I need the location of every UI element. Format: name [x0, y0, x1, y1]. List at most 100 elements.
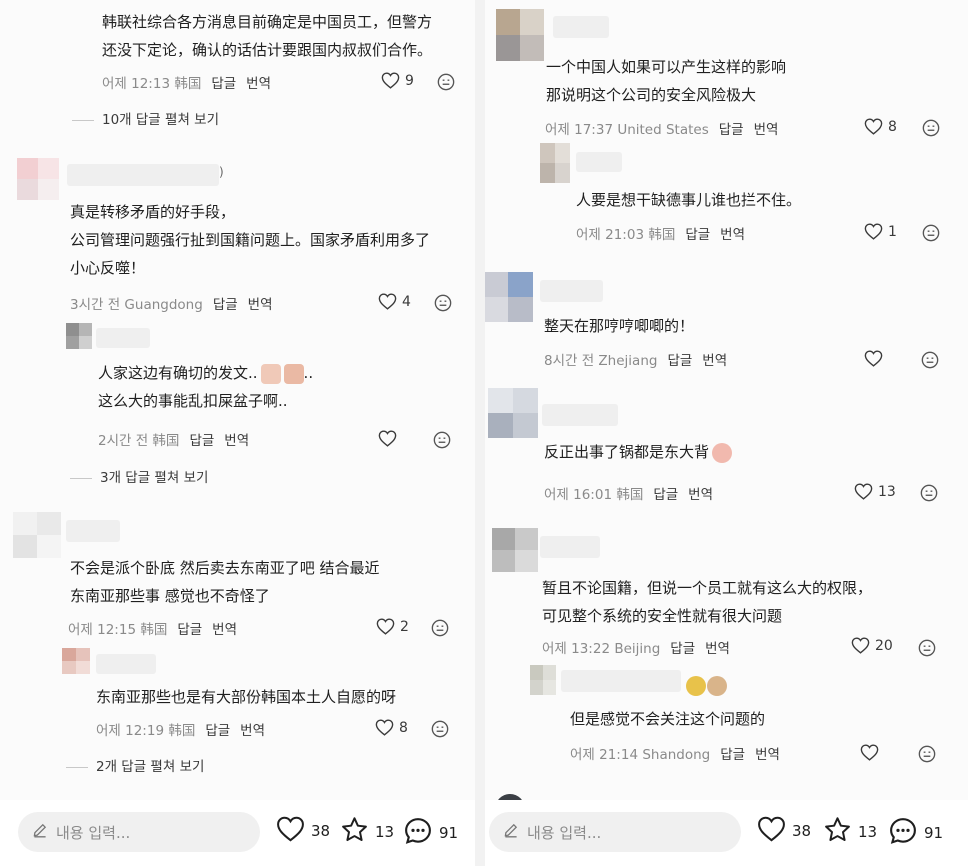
- comment-input[interactable]: 내용 입력...: [18, 812, 260, 852]
- like-button[interactable]: 1: [864, 223, 897, 240]
- like-button[interactable]: 20: [851, 637, 893, 654]
- translate-button[interactable]: 번역: [240, 723, 265, 739]
- username-blurred[interactable]: [542, 404, 618, 426]
- translate-button[interactable]: 번역: [705, 641, 730, 657]
- comment-text: 韩联社综合各方消息目前确定是中国员工，但警方 还没下定论，确认的话估计要跟国内叔叔…: [102, 13, 433, 59]
- translate-button[interactable]: 번역: [212, 622, 237, 638]
- like-button[interactable]: 13: [854, 483, 896, 500]
- comment-input[interactable]: 내용 입력...: [489, 812, 741, 852]
- comment-action-bar: 내용 입력... 38 13 91: [485, 800, 968, 866]
- translate-button[interactable]: 번역: [246, 76, 271, 92]
- translate-button[interactable]: 번역: [248, 297, 273, 313]
- avatar[interactable]: [17, 158, 59, 200]
- translate-button[interactable]: 번역: [688, 487, 713, 503]
- reply-button[interactable]: 답글: [213, 297, 238, 313]
- emoji-react-button[interactable]: [437, 73, 455, 91]
- reply-meta: 2시간 전 韩国 답글 번역: [98, 433, 250, 449]
- speech-bubble-icon: [403, 816, 433, 850]
- reply-button[interactable]: 답글: [211, 76, 236, 92]
- avatar[interactable]: [530, 665, 556, 695]
- avatar[interactable]: [62, 648, 90, 674]
- reply-button[interactable]: 답글: [719, 122, 744, 138]
- like-button[interactable]: 4: [378, 293, 411, 310]
- emoji-react-button[interactable]: [918, 745, 936, 763]
- avatar[interactable]: [66, 323, 92, 349]
- like-button[interactable]: 8: [375, 719, 408, 736]
- avatar[interactable]: [496, 9, 544, 61]
- expand-replies-button[interactable]: 3개 답글 펼쳐 보기: [70, 466, 208, 486]
- emoji-react-button[interactable]: [431, 619, 449, 637]
- comments-total-button[interactable]: 91: [888, 816, 943, 850]
- reply-text: 但是感觉不会关注这个问题的: [570, 710, 766, 728]
- username-blurred[interactable]: [96, 654, 156, 674]
- avatar[interactable]: [488, 388, 538, 438]
- like-button[interactable]: 2: [376, 618, 409, 635]
- like-button[interactable]: [864, 350, 888, 367]
- comment-meta: 어제 13:22 Beijing 답글 번역: [542, 641, 730, 657]
- emoji-react-button[interactable]: [921, 351, 939, 369]
- bookmark-star-button[interactable]: 13: [340, 816, 394, 848]
- smiley-icon: [918, 639, 936, 657]
- username-blurred[interactable]: [96, 328, 150, 348]
- comments-total: 91: [439, 824, 459, 842]
- like-button[interactable]: 9: [381, 72, 414, 89]
- like-count: 8: [399, 719, 408, 736]
- translate-button[interactable]: 번역: [224, 433, 249, 449]
- like-button[interactable]: [378, 430, 402, 447]
- translate-button[interactable]: 번역: [702, 353, 727, 369]
- like-button[interactable]: [860, 744, 884, 761]
- comments-total-button[interactable]: 91: [403, 816, 458, 850]
- username-blurred[interactable]: [67, 164, 219, 186]
- username-blurred[interactable]: [66, 520, 120, 542]
- username-blurred[interactable]: [561, 670, 681, 692]
- like-total-button[interactable]: 38: [757, 816, 811, 846]
- username-blurred[interactable]: [553, 16, 609, 38]
- reply-button[interactable]: 답글: [685, 227, 710, 243]
- translate-button[interactable]: 번역: [754, 122, 779, 138]
- expand-replies-button[interactable]: 10개 답글 펼쳐 보기: [72, 108, 219, 128]
- heart-icon: [375, 719, 394, 736]
- smiley-icon: [433, 431, 451, 449]
- reply-text: 东南亚那些也是有大部份韩国本土人自愿的呀: [96, 688, 397, 706]
- star-icon: [823, 816, 852, 848]
- emoji-react-button[interactable]: [433, 431, 451, 449]
- expand-replies-button[interactable]: 2개 답글 펼쳐 보기: [66, 755, 204, 775]
- translate-button[interactable]: 번역: [755, 747, 780, 763]
- heart-icon: [378, 430, 397, 447]
- reply-button[interactable]: 답글: [653, 487, 678, 503]
- comment-meta: 어제 16:01 韩国 답글 번역: [544, 487, 714, 503]
- username-blurred[interactable]: [540, 280, 603, 302]
- star-total: 13: [858, 823, 878, 841]
- avatar[interactable]: [13, 512, 61, 558]
- translate-button[interactable]: 번역: [720, 227, 745, 243]
- avatar[interactable]: [492, 528, 538, 572]
- reply-button[interactable]: 답글: [205, 723, 230, 739]
- reply-button[interactable]: 답글: [189, 433, 214, 449]
- emoji-react-button[interactable]: [918, 639, 936, 657]
- username-blurred[interactable]: [576, 152, 622, 172]
- avatar[interactable]: [485, 272, 533, 322]
- reply-button[interactable]: 답글: [667, 353, 692, 369]
- reply-meta: 어제 12:19 韩国 답글 번역: [96, 723, 266, 739]
- smiley-icon: [437, 73, 455, 91]
- emoji-react-button[interactable]: [922, 224, 940, 242]
- star-total: 13: [375, 823, 395, 841]
- emoji-react-button[interactable]: [920, 484, 938, 502]
- like-total-button[interactable]: 38: [276, 816, 330, 846]
- avatar[interactable]: [540, 143, 570, 183]
- sunflower-icon: [686, 676, 706, 696]
- reply-button[interactable]: 답글: [177, 622, 202, 638]
- like-button[interactable]: 8: [864, 118, 897, 135]
- comment-text: 暂且不论国籍，但说一个员工就有这么大的权限， 可见整个系统的安全性就有很大问题: [542, 579, 873, 625]
- bookmark-star-button[interactable]: 13: [823, 816, 877, 848]
- emoji-react-button[interactable]: [922, 119, 940, 137]
- reply-text: 人家这边有确切的发文.... 这么大的事能乱扣屎盆子啊..: [98, 363, 314, 410]
- like-total: 38: [792, 822, 812, 840]
- reply-button[interactable]: 답글: [670, 641, 695, 657]
- reply-button[interactable]: 답글: [720, 747, 745, 763]
- emoji-react-button[interactable]: [431, 720, 449, 738]
- username-blurred[interactable]: [540, 536, 600, 558]
- smiley-icon: [434, 294, 452, 312]
- comment-meta: 어제 17:37 United States 답글 번역: [545, 122, 779, 138]
- emoji-react-button[interactable]: [434, 294, 452, 312]
